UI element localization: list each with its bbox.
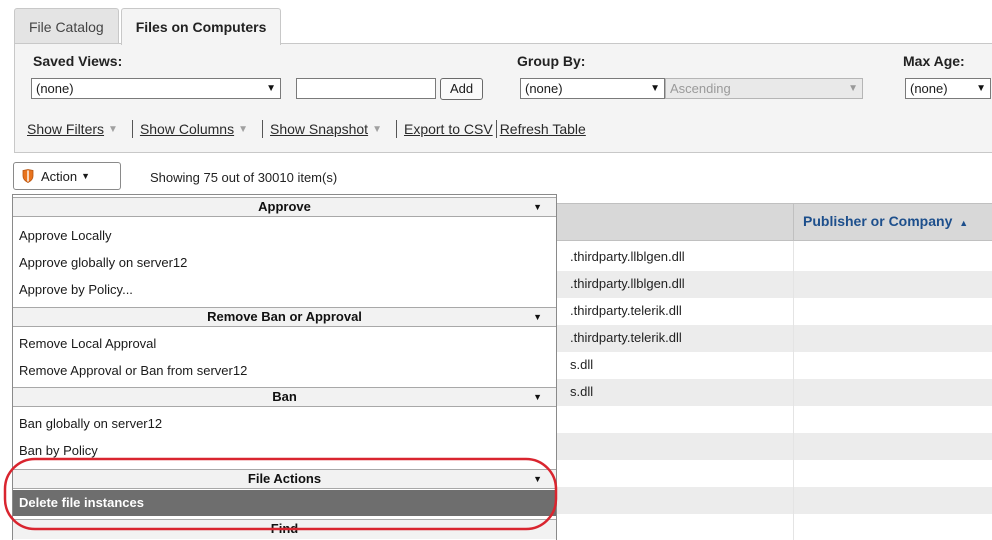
file-name-cell: .thirdparty.telerik.dll bbox=[570, 330, 682, 345]
menu-group-file-actions[interactable]: File Actions ▼ bbox=[13, 469, 556, 489]
dropdown-caret-icon: ▼ bbox=[848, 83, 858, 94]
dropdown-caret-icon: ▼ bbox=[108, 123, 118, 135]
menu-item-approve-policy[interactable]: Approve by Policy... bbox=[19, 282, 133, 297]
max-age-select[interactable]: (none) ▼ bbox=[905, 78, 991, 99]
publisher-header-label: Publisher or Company bbox=[803, 213, 953, 229]
menu-item-remove-server[interactable]: Remove Approval or Ban from server12 bbox=[19, 363, 247, 378]
menu-item-ban-policy[interactable]: Ban by Policy bbox=[19, 443, 98, 458]
menu-group-ban[interactable]: Ban ▼ bbox=[13, 387, 556, 407]
divider bbox=[262, 120, 263, 138]
column-divider bbox=[793, 203, 794, 241]
menu-item-remove-local[interactable]: Remove Local Approval bbox=[19, 336, 156, 351]
menu-group-remove[interactable]: Remove Ban or Approval ▼ bbox=[13, 307, 556, 327]
menu-group-approve[interactable]: Approve ▼ bbox=[13, 197, 556, 217]
dropdown-caret-icon: ▼ bbox=[238, 123, 248, 135]
menu-item-approve-locally[interactable]: Approve Locally bbox=[19, 228, 112, 243]
saved-views-select[interactable]: (none) ▼ bbox=[31, 78, 281, 99]
chevron-down-icon: ▼ bbox=[81, 171, 91, 181]
action-menu-button[interactable]: Action ▼ bbox=[13, 162, 121, 190]
menu-item-delete-file-instances[interactable]: Delete file instances bbox=[13, 490, 556, 516]
group-label: Approve bbox=[258, 199, 311, 214]
export-csv-link[interactable]: Export to CSV bbox=[404, 121, 493, 137]
group-by-select[interactable]: (none) ▼ bbox=[520, 78, 665, 99]
saved-views-value: (none) bbox=[36, 81, 74, 96]
tab-bar: File Catalog Files on Computers bbox=[14, 8, 283, 45]
file-name-cell: .thirdparty.telerik.dll bbox=[570, 303, 682, 318]
file-name-cell: s.dll bbox=[570, 384, 594, 399]
divider bbox=[131, 120, 133, 138]
tab-files-on-computers[interactable]: Files on Computers bbox=[120, 8, 282, 45]
action-label: Action bbox=[41, 168, 78, 184]
saved-views-label: Saved Views: bbox=[33, 53, 123, 69]
show-snapshot-link[interactable]: Show Snapshot bbox=[270, 121, 368, 137]
file-name-cell: .thirdparty.llblgen.dll bbox=[570, 249, 685, 264]
publisher-column-header[interactable]: Publisher or Company ▲ bbox=[803, 213, 968, 229]
group-label: Ban bbox=[272, 389, 297, 404]
sort-order-value: Ascending bbox=[670, 81, 731, 96]
max-age-value: (none) bbox=[910, 81, 948, 96]
dropdown-caret-icon: ▼ bbox=[650, 83, 660, 94]
filter-panel: Saved Views: (none) ▼ Add Group By: (non… bbox=[14, 43, 992, 153]
max-age-label: Max Age: bbox=[903, 53, 965, 69]
group-label: Find bbox=[270, 521, 299, 536]
view-name-input[interactable] bbox=[296, 78, 436, 99]
add-view-button[interactable]: Add bbox=[440, 78, 484, 100]
sort-ascending-icon: ▲ bbox=[959, 218, 969, 228]
file-name-cell: .thirdparty.llblgen.dll bbox=[570, 276, 685, 291]
divider bbox=[495, 120, 497, 138]
tab-file-catalog[interactable]: File Catalog bbox=[14, 8, 119, 44]
table-options-links: Show Filters ▼ Show Columns ▼ Show Snaps… bbox=[27, 120, 586, 138]
chevron-down-icon: ▼ bbox=[533, 312, 542, 322]
column-divider bbox=[793, 241, 794, 540]
group-by-label: Group By: bbox=[517, 53, 586, 69]
dropdown-caret-icon: ▼ bbox=[976, 83, 986, 94]
group-label: Remove Ban or Approval bbox=[207, 309, 362, 324]
chevron-down-icon: ▼ bbox=[533, 392, 542, 402]
file-name-cell: s.dll bbox=[570, 357, 594, 372]
menu-item-approve-global[interactable]: Approve globally on server12 bbox=[19, 255, 187, 270]
refresh-table-link[interactable]: Refresh Table bbox=[500, 121, 586, 137]
divider bbox=[395, 120, 397, 138]
group-by-value: (none) bbox=[525, 81, 563, 96]
chevron-down-icon: ▼ bbox=[533, 202, 542, 212]
dropdown-caret-icon: ▼ bbox=[372, 123, 382, 135]
item-count-text: Showing 75 out of 30010 item(s) bbox=[150, 170, 338, 185]
shield-icon bbox=[22, 169, 34, 183]
menu-item-ban-global[interactable]: Ban globally on server12 bbox=[19, 416, 162, 431]
menu-group-find[interactable]: Find bbox=[13, 519, 556, 539]
dropdown-caret-icon: ▼ bbox=[266, 83, 276, 94]
action-dropdown-menu: Approve ▼ Approve Locally Approve global… bbox=[12, 194, 557, 540]
show-filters-link[interactable]: Show Filters bbox=[27, 121, 104, 137]
chevron-down-icon: ▼ bbox=[533, 474, 542, 484]
sort-order-select[interactable]: Ascending ▼ bbox=[665, 78, 863, 99]
group-label: File Actions bbox=[247, 471, 322, 486]
show-columns-link[interactable]: Show Columns bbox=[140, 121, 234, 137]
